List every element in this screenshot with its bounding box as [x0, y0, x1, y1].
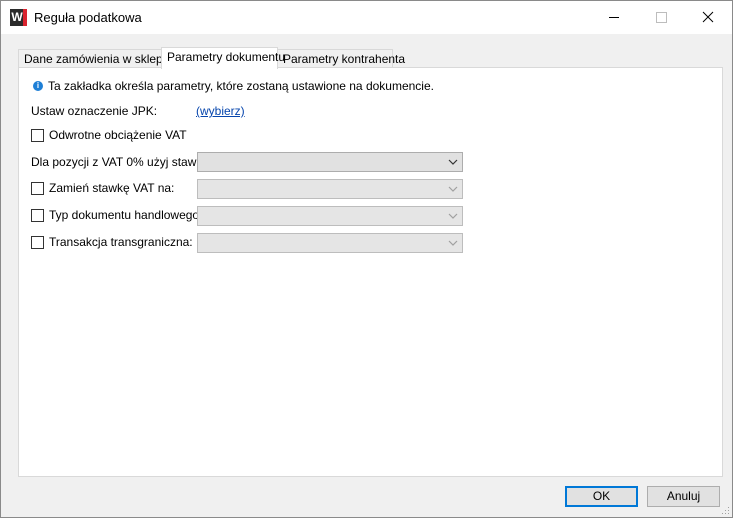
jpk-label: Ustaw oznaczenie JPK: [31, 104, 158, 118]
cross-border-label: Transakcja transgraniczna: [49, 235, 193, 249]
tab-contractor-params[interactable]: Parametry kontrahenta [277, 49, 405, 67]
ok-button[interactable]: OK [565, 486, 638, 507]
chevron-down-icon [448, 159, 458, 165]
change-vat-combobox[interactable] [197, 179, 463, 199]
jpk-select-link[interactable]: (wybierz) [196, 104, 245, 118]
close-button[interactable] [685, 1, 731, 34]
app-logo-icon: W [10, 9, 27, 26]
doc-type-label: Typ dokumentu handlowego: [49, 208, 203, 222]
app-logo-letter: W [11, 10, 23, 24]
resize-grip-icon[interactable] [720, 505, 730, 515]
doc-type-combobox[interactable] [197, 206, 463, 226]
cross-border-combobox[interactable] [197, 233, 463, 253]
minimize-button[interactable] [591, 1, 637, 34]
minimize-icon [609, 17, 619, 18]
vat0-label: Dla pozycji z VAT 0% użyj stawki: [31, 155, 209, 169]
cancel-button[interactable]: Anuluj [647, 486, 720, 507]
cross-border-checkbox[interactable] [31, 236, 44, 249]
change-vat-checkbox[interactable] [31, 182, 44, 195]
dialog-window: W Reguła podatkowa Dane zamówienia w skl… [0, 0, 733, 518]
info-icon: i [33, 81, 43, 91]
close-icon [702, 11, 714, 23]
chevron-down-icon [448, 240, 458, 246]
reverse-charge-checkbox[interactable] [31, 129, 44, 142]
chevron-down-icon [448, 213, 458, 219]
doc-type-checkbox[interactable] [31, 209, 44, 222]
title-bar: W Reguła podatkowa [1, 1, 732, 34]
chevron-down-icon [448, 186, 458, 192]
tab-order-data[interactable]: Dane zamówienia w sklepie [18, 49, 172, 67]
tab-document-params[interactable]: Parametry dokumentu [161, 47, 285, 69]
change-vat-label: Zamień stawkę VAT na: [49, 181, 175, 195]
reverse-charge-label: Odwrotne obciążenie VAT [49, 128, 187, 142]
info-text: Ta zakładka określa parametry, które zos… [48, 79, 434, 93]
maximize-button[interactable] [638, 1, 684, 34]
maximize-icon [656, 12, 667, 23]
tab-panel: i Ta zakładka określa parametry, które z… [18, 67, 723, 477]
window-title: Reguła podatkowa [34, 10, 142, 25]
vat0-rate-combobox[interactable] [197, 152, 463, 172]
